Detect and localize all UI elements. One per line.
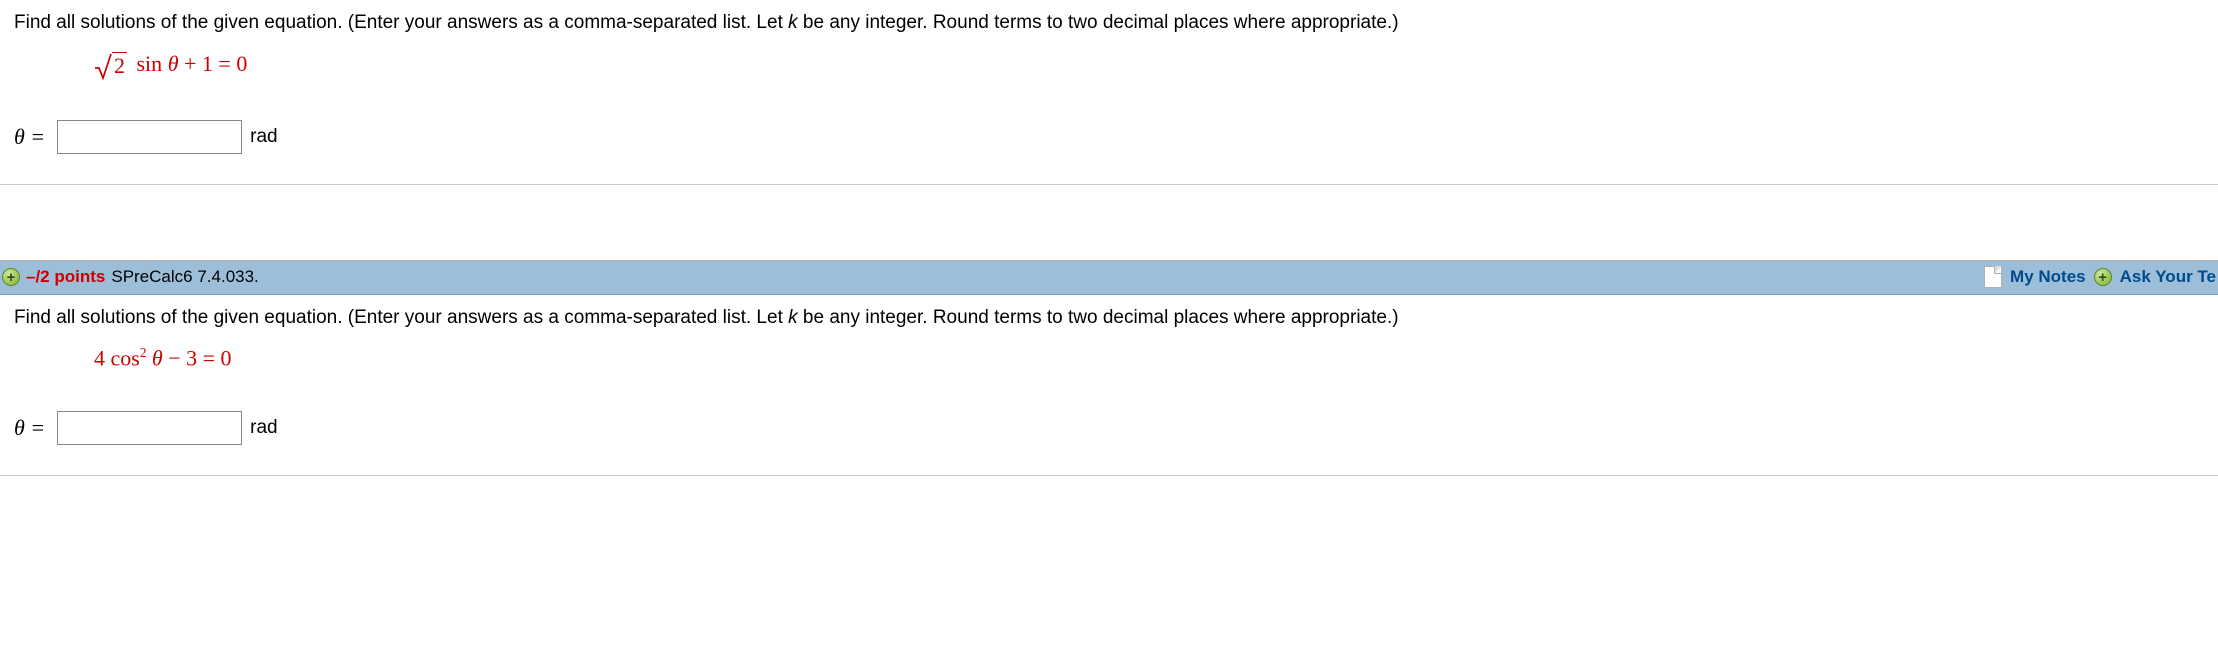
eq-pre: 4 cos bbox=[94, 345, 140, 370]
question-1-equation: 2 sin θ + 1 = 0 bbox=[0, 37, 2218, 84]
source-ref: SPreCalc6 7.4.033. bbox=[111, 267, 258, 287]
my-notes-link[interactable]: My Notes bbox=[2010, 267, 2086, 287]
radicand: 2 bbox=[112, 52, 127, 79]
question-2-section: Find all solutions of the given equation… bbox=[0, 295, 2218, 477]
question-2-equation: 4 cos2 θ − 3 = 0 bbox=[0, 331, 2218, 375]
question-1-answer-row: θ = rad bbox=[0, 84, 2218, 154]
section-gap bbox=[0, 185, 2218, 261]
prompt-text-post: be any integer. Round terms to two decim… bbox=[798, 12, 1399, 33]
answer-label: θ = bbox=[14, 415, 45, 441]
points-label: –/2 points bbox=[26, 267, 105, 287]
notes-icon[interactable] bbox=[1984, 266, 2002, 288]
answer-label: θ = bbox=[14, 124, 45, 150]
expand-icon[interactable]: + bbox=[2, 268, 20, 286]
radical-icon bbox=[94, 52, 112, 80]
prompt-text-post: be any integer. Round terms to two decim… bbox=[798, 307, 1399, 328]
answer-unit: rad bbox=[250, 417, 277, 439]
answer-unit: rad bbox=[250, 126, 277, 148]
header-right: My Notes + Ask Your Te bbox=[1984, 266, 2218, 288]
question-1-section: Find all solutions of the given equation… bbox=[0, 0, 2218, 185]
prompt-text-pre: Find all solutions of the given equation… bbox=[14, 12, 788, 33]
theta-input-2[interactable] bbox=[57, 411, 242, 445]
sqrt-expression: 2 bbox=[94, 52, 131, 80]
question-1-prompt: Find all solutions of the given equation… bbox=[0, 0, 2218, 37]
question-2-answer-row: θ = rad bbox=[0, 375, 2218, 445]
prompt-text-pre: Find all solutions of the given equation… bbox=[14, 307, 788, 328]
ask-teacher-link[interactable]: Ask Your Te bbox=[2120, 267, 2216, 287]
theta-input-1[interactable] bbox=[57, 120, 242, 154]
header-left: + –/2 points SPreCalc6 7.4.033. bbox=[2, 267, 259, 287]
prompt-k: k bbox=[788, 307, 798, 328]
equation-rest: sin θ + 1 = 0 bbox=[131, 51, 247, 76]
expand-icon[interactable]: + bbox=[2094, 268, 2112, 286]
question-header-bar: + –/2 points SPreCalc6 7.4.033. My Notes… bbox=[0, 261, 2218, 295]
prompt-k: k bbox=[788, 12, 798, 33]
eq-post: θ − 3 = 0 bbox=[146, 345, 231, 370]
question-2-prompt: Find all solutions of the given equation… bbox=[0, 295, 2218, 332]
